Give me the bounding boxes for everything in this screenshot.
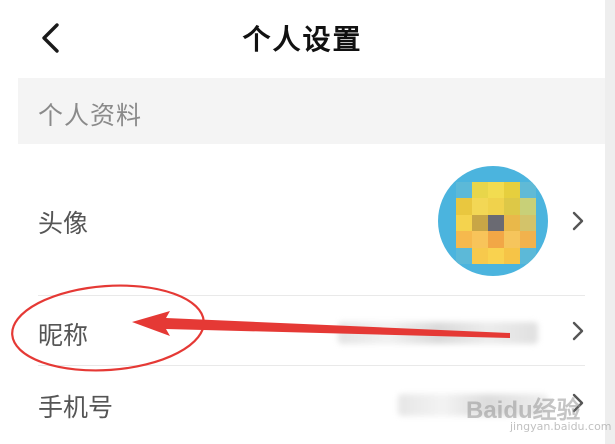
avatar-mosaic xyxy=(456,182,536,264)
avatar[interactable] xyxy=(438,166,548,276)
personal-settings-page: 个人设置 个人资料 头像 昵称 手机号 Baidu经验 jingyan.baid… xyxy=(0,0,615,444)
phone-label: 手机号 xyxy=(38,393,114,422)
header: 个人设置 xyxy=(0,0,605,76)
section-label: 个人资料 xyxy=(38,101,143,130)
page-title: 个人设置 xyxy=(242,23,363,56)
watermark-domain: jingyan.baidu.com xyxy=(510,420,612,433)
page-edge xyxy=(605,0,615,444)
avatar-row[interactable]: 头像 xyxy=(18,148,605,296)
baidu-jingyan-watermark: Baidu经验 jingyan.baidu.com xyxy=(466,388,612,440)
chevron-right-icon xyxy=(572,321,584,341)
nickname-row[interactable]: 昵称 xyxy=(18,296,605,366)
section-header: 个人资料 xyxy=(18,78,605,144)
nickname-label: 昵称 xyxy=(38,321,89,350)
avatar-label: 头像 xyxy=(38,209,89,238)
chevron-right-icon xyxy=(572,211,584,231)
nickname-value-blurred xyxy=(338,322,538,344)
